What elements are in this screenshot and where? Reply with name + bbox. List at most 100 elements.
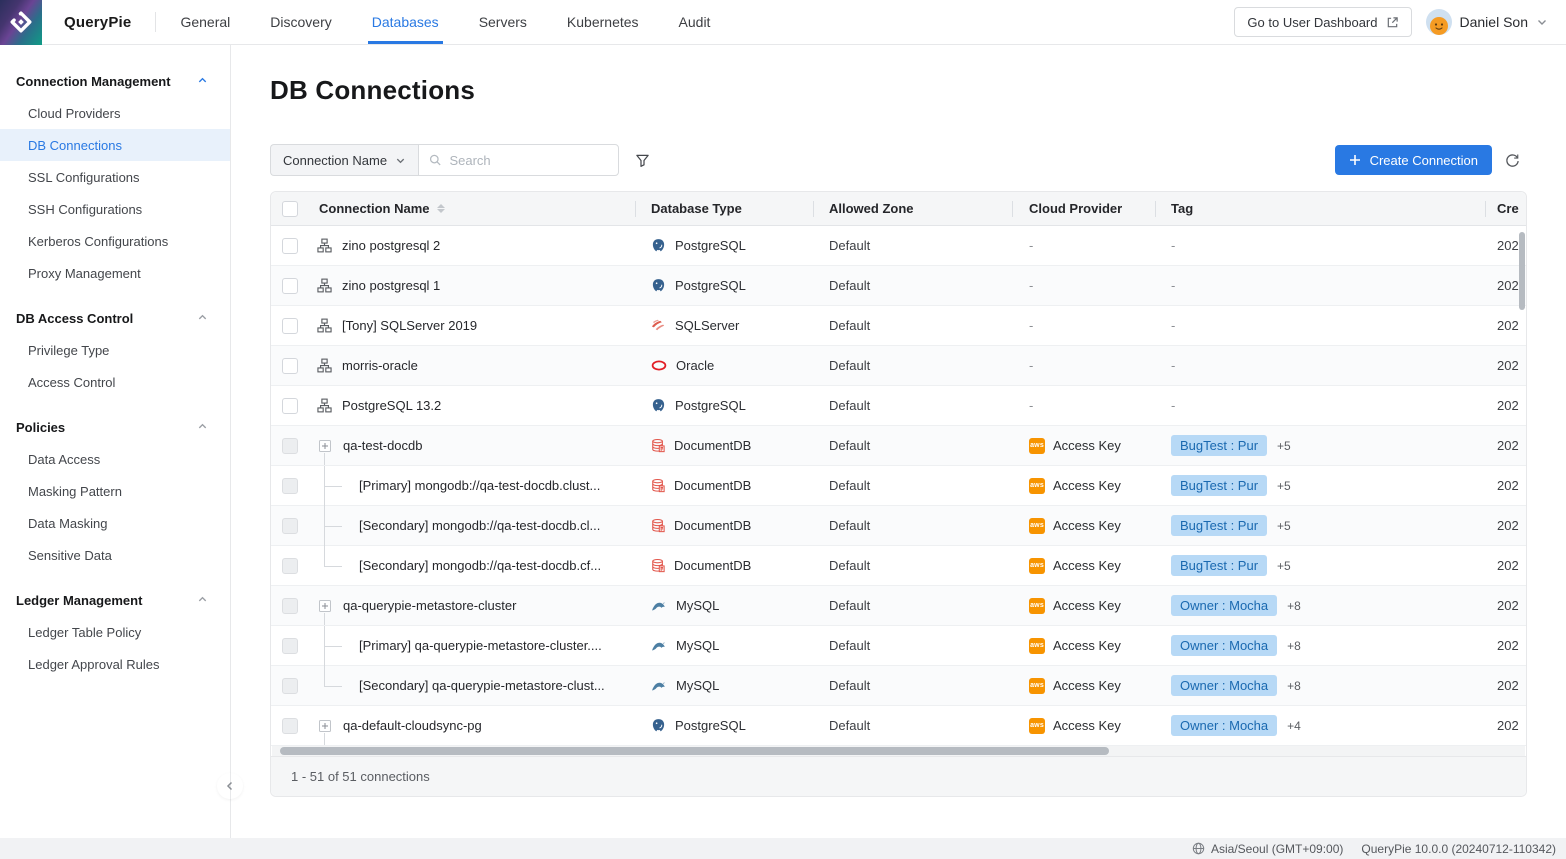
create-connection-button[interactable]: Create Connection: [1335, 145, 1492, 175]
table-row[interactable]: [Tony] SQLServer 2019SQLServerDefault--2…: [271, 306, 1526, 346]
expand-icon[interactable]: [319, 440, 331, 452]
sidebar-item-data-masking[interactable]: Data Masking: [0, 507, 230, 539]
search-input[interactable]: [449, 153, 608, 168]
user-menu[interactable]: Daniel Son: [1426, 9, 1549, 35]
tag-more-count[interactable]: +5: [1277, 479, 1291, 493]
row-checkbox[interactable]: [282, 238, 298, 254]
connection-name[interactable]: qa-default-cloudsync-pg: [343, 718, 482, 733]
tag-more-count[interactable]: +5: [1277, 519, 1291, 533]
row-checkbox[interactable]: [282, 318, 298, 334]
querypie-logo-icon[interactable]: [0, 0, 42, 45]
tag-more-count[interactable]: +8: [1287, 639, 1301, 653]
tag-badge[interactable]: Owner : Mocha: [1171, 595, 1277, 616]
database-type: MySQL: [676, 598, 719, 613]
cloud-provider: Access Key: [1053, 718, 1121, 733]
sidebar-section: Ledger ManagementLedger Table PolicyLedg…: [0, 584, 230, 680]
tag-badge[interactable]: BugTest : Pur: [1171, 555, 1267, 576]
connection-name[interactable]: [Tony] SQLServer 2019: [342, 318, 477, 333]
sidebar-item-access-control[interactable]: Access Control: [0, 366, 230, 398]
sidebar-item-privilege-type[interactable]: Privilege Type: [0, 334, 230, 366]
sidebar-item-ledger-approval-rules[interactable]: Ledger Approval Rules: [0, 648, 230, 680]
table-row[interactable]: morris-oracleOracleDefault--202: [271, 346, 1526, 386]
select-all-checkbox[interactable]: [282, 201, 298, 217]
connection-name[interactable]: [Primary] qa-querypie-metastore-cluster.…: [359, 638, 602, 653]
table-row[interactable]: [Secondary] qa-querypie-metastore-clust.…: [271, 666, 1526, 706]
connection-name[interactable]: [Secondary] mongodb://qa-test-docdb.cf..…: [359, 558, 601, 573]
connection-name[interactable]: zino postgresql 1: [342, 278, 440, 293]
allowed-zone: Default: [829, 358, 870, 373]
search-field-selector[interactable]: Connection Name: [270, 144, 418, 176]
sidebar-item-data-access[interactable]: Data Access: [0, 443, 230, 475]
nav-item-servers[interactable]: Servers: [479, 0, 527, 44]
horizontal-scrollbar[interactable]: [272, 746, 1525, 756]
tag: -: [1171, 358, 1175, 373]
tag-more-count[interactable]: +8: [1287, 679, 1301, 693]
row-checkbox: [282, 478, 298, 494]
sidebar-item-sensitive-data[interactable]: Sensitive Data: [0, 539, 230, 571]
sidebar-item-kerberos-configurations[interactable]: Kerberos Configurations: [0, 225, 230, 257]
horizontal-scrollbar-thumb[interactable]: [280, 747, 1109, 755]
tag-badge[interactable]: BugTest : Pur: [1171, 435, 1267, 456]
nav-divider: [155, 12, 156, 32]
sidebar-item-ssh-configurations[interactable]: SSH Configurations: [0, 193, 230, 225]
table-row[interactable]: [Primary] mongodb://qa-test-docdb.clust.…: [271, 466, 1526, 506]
column-header-tag: Tag: [1155, 192, 1485, 225]
tag-badge[interactable]: BugTest : Pur: [1171, 475, 1267, 496]
connection-name[interactable]: qa-querypie-metastore-cluster: [343, 598, 516, 613]
tag-badge[interactable]: Owner : Mocha: [1171, 715, 1277, 736]
sidebar-collapse-button[interactable]: [217, 773, 243, 799]
tag-more-count[interactable]: +5: [1277, 439, 1291, 453]
nav-item-kubernetes[interactable]: Kubernetes: [567, 0, 639, 44]
expand-icon[interactable]: [319, 600, 331, 612]
connection-name[interactable]: morris-oracle: [342, 358, 418, 373]
row-checkbox[interactable]: [282, 358, 298, 374]
sidebar-section-header-ledger-management[interactable]: Ledger Management: [0, 584, 230, 616]
connection-name[interactable]: PostgreSQL 13.2: [342, 398, 441, 413]
sidebar-section-header-db-access-control[interactable]: DB Access Control: [0, 302, 230, 334]
table-row[interactable]: [Secondary] mongodb://qa-test-docdb.cf..…: [271, 546, 1526, 586]
connection-name[interactable]: [Secondary] qa-querypie-metastore-clust.…: [359, 678, 605, 693]
expand-icon[interactable]: [319, 720, 331, 732]
table-row[interactable]: qa-querypie-metastore-clusterMySQLDefaul…: [271, 586, 1526, 626]
filter-button[interactable]: [626, 144, 658, 176]
sidebar-section-header-policies[interactable]: Policies: [0, 411, 230, 443]
vertical-scrollbar-thumb[interactable]: [1519, 232, 1525, 310]
table-row[interactable]: [Secondary] mongodb://qa-test-docdb.cl..…: [271, 506, 1526, 546]
sidebar-item-ledger-table-policy[interactable]: Ledger Table Policy: [0, 616, 230, 648]
nav-item-databases[interactable]: Databases: [372, 0, 439, 44]
table-row[interactable]: PostgreSQL 13.2PostgreSQLDefault--202: [271, 386, 1526, 426]
table-row[interactable]: zino postgresql 2PostgreSQLDefault--202: [271, 226, 1526, 266]
row-checkbox[interactable]: [282, 278, 298, 294]
connection-name[interactable]: qa-test-docdb: [343, 438, 423, 453]
postgresql-icon: [651, 278, 666, 293]
nav-item-general[interactable]: General: [180, 0, 230, 44]
connection-name[interactable]: [Secondary] mongodb://qa-test-docdb.cl..…: [359, 518, 600, 533]
column-header-connection-name[interactable]: Connection Name: [309, 192, 635, 225]
table-row[interactable]: zino postgresql 1PostgreSQLDefault--202: [271, 266, 1526, 306]
tag-more-count[interactable]: +8: [1287, 599, 1301, 613]
sidebar-item-ssl-configurations[interactable]: SSL Configurations: [0, 161, 230, 193]
sidebar-item-db-connections[interactable]: DB Connections: [0, 129, 230, 161]
table-row[interactable]: [Primary] qa-querypie-metastore-cluster.…: [271, 626, 1526, 666]
sidebar-section-header-connection-management[interactable]: Connection Management: [0, 65, 230, 97]
connection-name[interactable]: [Primary] mongodb://qa-test-docdb.clust.…: [359, 478, 600, 493]
sidebar-item-cloud-providers[interactable]: Cloud Providers: [0, 97, 230, 129]
sort-icon[interactable]: [437, 204, 445, 213]
sidebar-item-proxy-management[interactable]: Proxy Management: [0, 257, 230, 289]
tag-badge[interactable]: Owner : Mocha: [1171, 675, 1277, 696]
nav-item-audit[interactable]: Audit: [679, 0, 711, 44]
row-checkbox[interactable]: [282, 398, 298, 414]
sidebar-item-masking-pattern[interactable]: Masking Pattern: [0, 475, 230, 507]
refresh-button[interactable]: [1497, 145, 1527, 175]
table-row[interactable]: qa-default-cloudsync-pgPostgreSQLDefault…: [271, 706, 1526, 746]
tag-more-count[interactable]: +5: [1277, 559, 1291, 573]
table-row[interactable]: qa-test-docdbDocumentDBDefaultawsAccess …: [271, 426, 1526, 466]
go-to-user-dashboard-button[interactable]: Go to User Dashboard: [1234, 7, 1411, 37]
connection-name[interactable]: zino postgresql 2: [342, 238, 440, 253]
tag-badge[interactable]: Owner : Mocha: [1171, 635, 1277, 656]
tag-more-count[interactable]: +4: [1287, 719, 1301, 733]
nav-item-discovery[interactable]: Discovery: [270, 0, 331, 44]
documentdb-icon: [651, 478, 665, 493]
search-icon: [429, 153, 441, 167]
tag-badge[interactable]: BugTest : Pur: [1171, 515, 1267, 536]
